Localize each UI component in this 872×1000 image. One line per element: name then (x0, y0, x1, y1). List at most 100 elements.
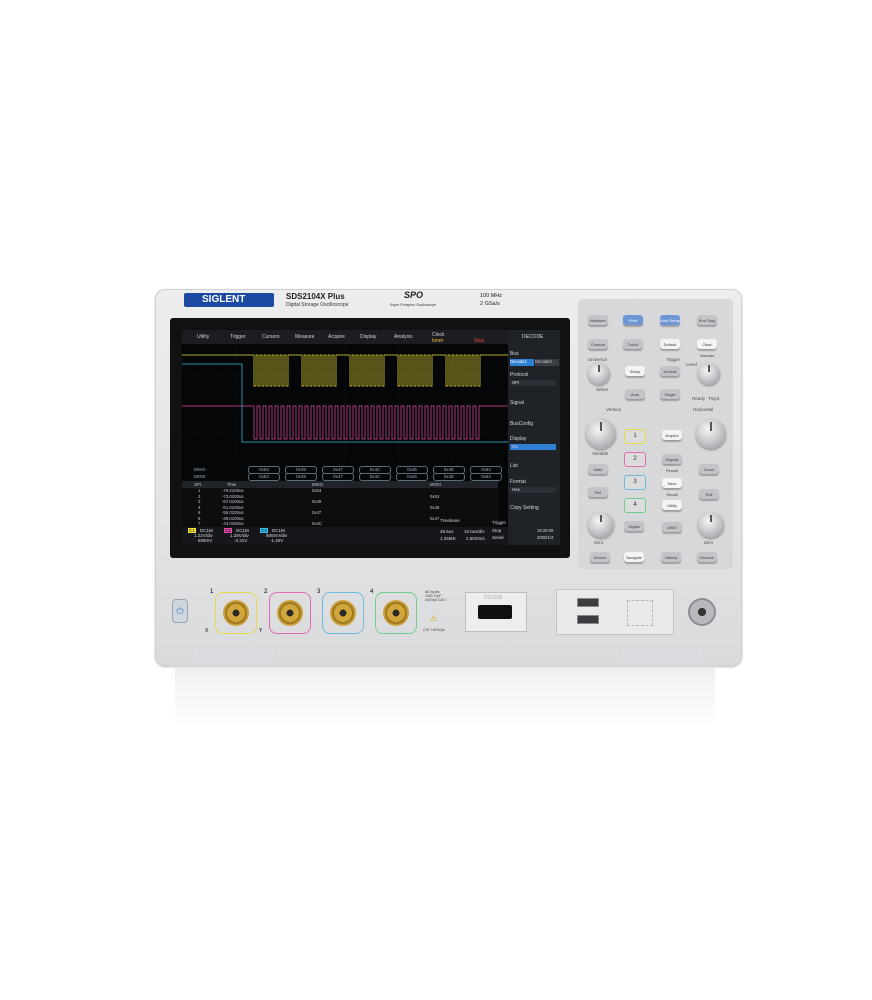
usb-port[interactable] (577, 598, 599, 607)
bnc-connector-icon (330, 600, 356, 626)
table-cell: -49.0100us (222, 515, 244, 521)
vertical-label: Vertical (606, 407, 621, 412)
table-cell: -55.0100us (222, 510, 244, 515)
x-label: X (205, 628, 209, 634)
digital-port[interactable]: DO-D15 (465, 592, 527, 632)
display-screen[interactable]: Utility Trigger Cursors Measure Acquire … (182, 330, 508, 545)
channel-2-button[interactable]: 2 (624, 452, 646, 467)
channel-info-box[interactable]: C2 DC1M 1.28V/div -3.31V (224, 528, 258, 543)
list-item[interactable]: List (510, 463, 558, 469)
table-row[interactable]: 3 -67.0100us 0x49 (182, 499, 498, 504)
digital-port-label: DO-D15 (484, 595, 503, 601)
table-row[interactable]: 4 -61.0100us 0x49 (182, 505, 498, 510)
menu-analysis[interactable]: Analysis (394, 334, 413, 340)
history-button[interactable]: History (661, 552, 681, 563)
display-label: Display (510, 436, 527, 442)
table-cell: 4 (198, 504, 201, 510)
usb-port[interactable] (577, 615, 599, 624)
menu-acquire[interactable]: Acquire (328, 334, 345, 340)
decode-menu: DECODE Bus Decode1 Decode2 Protocol SPI … (492, 330, 560, 545)
channel-info-box[interactable]: C3 DC1M 500mV/div -1.40V (260, 528, 294, 543)
input-3-bnc[interactable] (322, 592, 364, 634)
print-button[interactable]: Print (623, 315, 643, 326)
sample-rate-label: 2 GSa/s (480, 301, 500, 307)
trigger-section-label: Trigger (666, 357, 681, 362)
horizontal-position-knob[interactable] (698, 512, 724, 538)
default-button[interactable]: Default (660, 339, 680, 350)
math-button[interactable]: Math (588, 464, 608, 475)
horizontal-scale-knob[interactable] (696, 419, 726, 449)
table-row[interactable]: 2 -73.0100us 0x53 (182, 494, 498, 499)
utility-button[interactable]: Utility (662, 500, 682, 511)
copy-setting-item[interactable]: Copy Setting (510, 505, 558, 511)
vertical-zero-label: Zero (594, 540, 604, 545)
trigger-setup-button[interactable]: Setup (625, 366, 645, 377)
table-row[interactable]: 1 -79.0100us 0x53 (182, 488, 498, 493)
measure-button[interactable]: Measure (588, 315, 608, 326)
col-spi: SPI (194, 482, 201, 487)
clear-sweeps-button[interactable]: Clear Sweeps (697, 339, 717, 358)
timebase-delay: 48.5us (440, 529, 454, 534)
table-cell: 7 (198, 521, 201, 526)
run-stop-button[interactable]: Run Stop (697, 315, 717, 326)
channel-1-button[interactable]: 1 (624, 429, 646, 444)
awg-button[interactable]: AWG (662, 522, 682, 533)
input-warning: All Inputs 1MΩ 17pF 400Vpk CAT I (425, 590, 447, 602)
menu-utility[interactable]: Utility (197, 334, 209, 340)
bus-packet: 0x47 (322, 473, 354, 481)
protocol-label: Protocol (510, 372, 529, 378)
save-recall-button[interactable]: Save Recall (662, 478, 682, 497)
protocol-select[interactable]: SPI (510, 380, 556, 386)
channel-info-box[interactable]: C1 DC1M 1.22V/div 508mV (188, 528, 222, 543)
input-4-bnc[interactable] (375, 592, 417, 634)
bus-tab-decode2[interactable]: Decode2 (535, 359, 559, 366)
touch-button[interactable]: Touch (623, 339, 643, 350)
table-cell: -73.0100us (222, 493, 244, 499)
acquire-button[interactable]: Acquire (662, 430, 682, 441)
menu-display[interactable]: Display (360, 334, 376, 340)
bus-tab-decode1[interactable]: Decode1 (510, 359, 534, 366)
universal-knob[interactable] (588, 363, 610, 385)
zoom-button[interactable]: Zoom (699, 464, 719, 475)
menu-trigger[interactable]: Trigger (230, 334, 246, 340)
ref-button[interactable]: Ref (588, 487, 608, 498)
signal-item[interactable]: Signal (510, 400, 558, 406)
input-2-label: 2 (264, 589, 268, 595)
vertical-scale-knob[interactable] (586, 419, 616, 449)
decode-button[interactable]: Decode (697, 552, 717, 563)
power-button[interactable]: ⏻ (172, 599, 188, 623)
ext-trig-bnc[interactable] (688, 598, 716, 626)
navigate-button[interactable]: Navigate (624, 552, 644, 563)
vertical-position-knob[interactable] (588, 512, 614, 538)
table-cell: 5 (198, 510, 201, 515)
search-button[interactable]: Search (590, 552, 610, 563)
menu-measure[interactable]: Measure (295, 334, 314, 340)
channel-4-button[interactable]: 4 (624, 498, 646, 513)
waveform-area[interactable] (182, 344, 508, 464)
trigger-auto-button[interactable]: Auto (625, 389, 645, 400)
channel-offset: 508mV (198, 538, 213, 543)
cursors-button[interactable]: Cursors (588, 339, 608, 350)
channel-3-button[interactable]: 3 (624, 475, 646, 490)
auto-setup-button[interactable]: Auto Setup (660, 315, 680, 326)
trigger-level-knob[interactable] (698, 363, 720, 385)
input-1-bnc[interactable] (215, 592, 257, 634)
format-select[interactable]: Hex (510, 487, 556, 493)
menu-cursors[interactable]: Cursors (262, 334, 280, 340)
input-3-label: 3 (317, 589, 321, 595)
roll-button[interactable]: Roll (699, 489, 719, 500)
busconfig-item[interactable]: BusConfig (510, 421, 558, 427)
digital-button[interactable]: Digital (624, 521, 644, 532)
timebase-tdiv: 10.0us/div (464, 529, 485, 534)
table-row[interactable]: 5 -55.0100us 0x47 (182, 510, 498, 515)
input-2-bnc[interactable] (269, 592, 311, 634)
trigger-single-button[interactable]: Single (660, 389, 680, 400)
trigger-normal-button[interactable]: Normal (660, 366, 680, 377)
table-cell: 2 (198, 493, 201, 499)
table-cell: -61.0100us (222, 504, 244, 510)
usb-panel (556, 589, 674, 635)
display-persist-button[interactable]: Display Persist (662, 454, 682, 473)
display-toggle[interactable]: On (510, 444, 556, 450)
channel-3-trace (182, 363, 508, 443)
y-label: Y (259, 628, 263, 634)
